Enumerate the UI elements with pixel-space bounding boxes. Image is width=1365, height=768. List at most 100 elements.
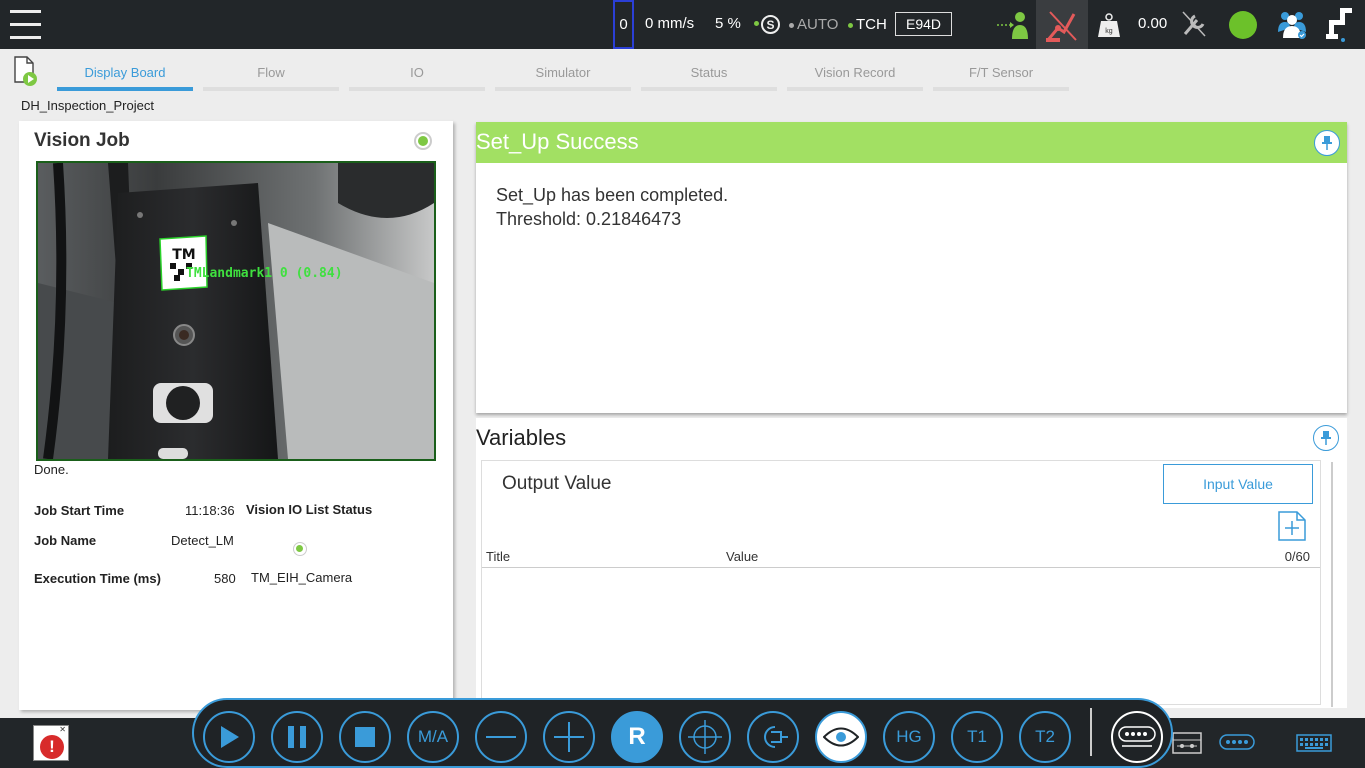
control-panel-icon[interactable] [1172, 732, 1202, 754]
hand-guide-button[interactable]: HG [883, 711, 935, 763]
crosshair-icon [688, 720, 722, 754]
vision-io-list-status-label: Vision IO List Status [246, 502, 373, 517]
vision-job-status-indicator [414, 132, 432, 150]
marker-text: TM [172, 247, 195, 263]
t1-button[interactable]: T1 [951, 711, 1003, 763]
column-value-header: Value [726, 549, 759, 564]
job-start-time-value: 11:18:36 [185, 503, 235, 518]
tch-dot [848, 22, 853, 28]
plus-icon [554, 722, 584, 752]
setup-message: Set_Up has been completed. Threshold: 0.… [496, 183, 728, 231]
operator-person-icon[interactable] [996, 9, 1030, 39]
vision-button[interactable] [815, 711, 867, 763]
payload-weight-icon[interactable]: kg [1098, 12, 1120, 38]
vision-job-status-text: Done. [34, 462, 69, 477]
io-status-indicator [293, 542, 307, 556]
target-button[interactable] [679, 711, 731, 763]
input-value-button[interactable]: Input Value [1163, 464, 1313, 504]
tab-vision-record[interactable]: Vision Record [787, 65, 923, 91]
mode-tch-label: TCH [856, 16, 887, 33]
setup-header: Set_Up Success [476, 122, 1347, 163]
collision-robot-icon [1046, 11, 1077, 42]
add-file-icon[interactable] [1278, 511, 1306, 541]
output-value-title: Output Value [502, 473, 612, 494]
tab-label: Display Board [84, 65, 166, 80]
speed-increase-button[interactable] [543, 711, 595, 763]
error-log-button[interactable]: ✕ ! [33, 725, 69, 761]
tab-flow[interactable]: Flow [203, 65, 339, 91]
output-value-section: Output Value Input Value Title Value 0/6… [481, 460, 1321, 705]
tab-ft-sensor[interactable]: F/T Sensor [933, 65, 1069, 91]
manual-auto-button[interactable]: M/A [407, 711, 459, 763]
tab-display-board[interactable]: Display Board [57, 65, 193, 91]
robot-mode-button[interactable]: R [611, 711, 663, 763]
system-status-indicator[interactable] [1229, 11, 1257, 39]
pendant-dots-icon[interactable] [1219, 734, 1255, 750]
pause-icon [288, 726, 306, 748]
column-title-header: Title [486, 549, 511, 564]
connection-button[interactable] [747, 711, 799, 763]
robot-id-badge[interactable]: E94D [895, 12, 952, 36]
mode-tch: TCH [848, 16, 887, 33]
variables-title: Variables [476, 425, 567, 450]
variables-panel: Variables Output Value Input Value Title… [476, 418, 1347, 708]
more-options-button[interactable] [1111, 711, 1163, 763]
tab-label: F/T Sensor [968, 65, 1034, 80]
scrollbar[interactable] [1331, 462, 1333, 707]
job-name-value: Detect_LM [171, 533, 234, 548]
project-counter: 0 [613, 0, 634, 49]
play-button[interactable] [203, 711, 255, 763]
dock-separator [1090, 708, 1092, 756]
execution-time-label: Execution Time (ms) [34, 571, 161, 586]
collision-panel[interactable] [1036, 0, 1088, 49]
header-divider [482, 567, 1320, 568]
vision-job-title: Vision Job [34, 130, 130, 151]
tab-simulator[interactable]: Simulator [495, 65, 631, 91]
setup-message-line: Set_Up has been completed. [496, 185, 729, 205]
tab-label: Simulator [535, 65, 591, 80]
camera-image: TM TMLandmark1 0 (0.84) [38, 163, 434, 459]
mode-auto: AUTO [789, 16, 838, 33]
tab-label: IO [410, 65, 424, 80]
error-icon: ! [40, 735, 64, 759]
vision-job-panel: Vision Job TM TMLandmark1 0 (0.84) Done.… [19, 121, 453, 710]
stop-button[interactable] [339, 711, 391, 763]
pause-button[interactable] [271, 711, 323, 763]
weight-unit: kg [1105, 28, 1113, 35]
payload-value: 0.00 [1138, 15, 1168, 32]
execution-time-value: 580 [214, 571, 236, 586]
tab-label: Flow [257, 65, 285, 80]
project-name: DH_Inspection_Project [21, 98, 154, 113]
tab-status[interactable]: Status [641, 65, 777, 91]
pin-icon[interactable] [1313, 425, 1339, 451]
setup-threshold: Threshold: 0.21846473 [496, 209, 682, 229]
stop-icon [355, 727, 375, 747]
tab-strip: Display Board Flow IO Simulator Status V… [0, 49, 1365, 96]
pin-icon[interactable] [1314, 130, 1340, 156]
t2-button[interactable]: T2 [1019, 711, 1071, 763]
menu-icon[interactable] [10, 10, 41, 39]
eye-icon [823, 727, 859, 747]
speed-decrease-button[interactable] [475, 711, 527, 763]
safety-s-icon: S [761, 15, 780, 34]
keyboard-icon[interactable] [1296, 734, 1332, 752]
tab-label: Vision Record [814, 65, 896, 80]
robot-arm-icon[interactable] [1326, 6, 1354, 44]
job-name-label: Job Name [34, 533, 97, 548]
mode-auto-label: AUTO [797, 16, 839, 33]
link-icon [764, 726, 788, 748]
setup-title: Set_Up Success [476, 129, 639, 154]
maintenance-wrench-icon[interactable] [1181, 10, 1207, 38]
speed-percent[interactable]: 5 % [715, 15, 741, 32]
job-start-time-label: Job Start Time [34, 503, 125, 518]
users-icon[interactable] [1276, 8, 1308, 40]
tab-io[interactable]: IO [349, 65, 485, 91]
top-status-bar: 0 0 mm/s 5 % S AUTO TCH E94D kg 0.00 [0, 0, 1365, 49]
variable-count: 0/60 [1284, 549, 1310, 564]
detection-overlay-text: TMLandmark1 0 (0.84) [186, 266, 343, 281]
s-status-dot [754, 21, 759, 26]
project-run-icon[interactable] [13, 56, 39, 86]
more-dots-icon [1118, 726, 1156, 747]
setup-success-panel: Set_Up Success Set_Up has been completed… [476, 122, 1347, 413]
camera-name: TM_EIH_Camera [251, 570, 353, 585]
